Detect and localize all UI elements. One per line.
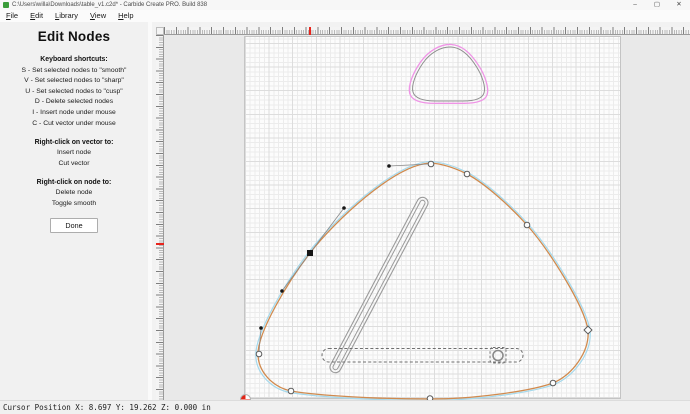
minimize-button[interactable]: –: [624, 0, 646, 10]
panel-title: Edit Nodes: [37, 29, 111, 44]
handle-dot[interactable]: [280, 289, 284, 293]
node-action-delete-node: Delete node: [55, 189, 93, 197]
vector-action-insert-node: Insert node: [56, 149, 91, 157]
vertical-ruler: [156, 35, 164, 400]
node-action-toggle-smooth: Toggle smooth: [51, 199, 97, 207]
menu-help[interactable]: Help: [112, 10, 139, 22]
path-node[interactable]: [549, 379, 557, 387]
done-button[interactable]: Done: [50, 217, 98, 233]
shortcuts-heading: Keyboard shortcuts:: [40, 56, 108, 63]
design-canvas[interactable]: [152, 22, 690, 400]
slanted-slot-inner[interactable]: [332, 199, 426, 371]
ruler-corner: [156, 27, 164, 35]
cursor-position-readout: Cursor Position X: 8.697 Y: 19.262 Z: 0.…: [3, 403, 211, 412]
edit-nodes-panel: Edit Nodes Keyboard shortcuts: S - Set s…: [0, 22, 148, 400]
node-handle-line[interactable]: [281, 252, 311, 292]
node-handle-line[interactable]: [388, 163, 430, 167]
path-node[interactable]: [523, 221, 531, 229]
small-pick-highlight-outline[interactable]: [408, 43, 489, 104]
shortcut-insert: I - Insert node under mouse: [32, 108, 116, 116]
horizontal-ruler: [164, 27, 690, 35]
path-node[interactable]: [463, 170, 471, 178]
status-bar: Cursor Position X: 8.697 Y: 19.262 Z: 0.…: [0, 400, 690, 414]
menu-library[interactable]: Library: [49, 10, 84, 22]
vector-action-cut-vector: Cut vector: [58, 159, 90, 167]
close-button[interactable]: ✕: [668, 0, 690, 10]
vector-context-heading: Right-click on vector to:: [34, 138, 114, 146]
shortcut-delete: D - Delete selected nodes: [34, 98, 114, 106]
menu-edit[interactable]: Edit: [24, 10, 49, 22]
node-context-heading: Right-click on node to:: [36, 178, 112, 186]
cursor-y-marker: [156, 243, 164, 245]
path-node[interactable]: [255, 350, 263, 358]
shortcut-cut: C - Cut vector under mouse: [32, 119, 116, 127]
menu-view[interactable]: View: [84, 10, 112, 22]
shortcut-smooth: S - Set selected nodes to "smooth": [21, 66, 127, 74]
canvas-svg: [255, 43, 593, 400]
path-node[interactable]: [427, 160, 435, 168]
slot-circle[interactable]: [492, 349, 504, 362]
app-logo-icon: [3, 2, 9, 8]
handle-dot[interactable]: [387, 164, 391, 168]
vector-main-outline[interactable]: [257, 162, 589, 400]
path-node[interactable]: [287, 387, 295, 395]
menu-file[interactable]: File: [0, 10, 24, 22]
window-controls: – ▢ ✕: [624, 0, 690, 10]
window-title: C:\Users\willa\Downloads\table_v1.c2d* -…: [12, 2, 208, 8]
cursor-x-marker: [309, 27, 311, 35]
selected-node[interactable]: [307, 250, 313, 256]
shortcut-sharp: V - Set selected nodes to "sharp": [24, 77, 124, 85]
handle-dot[interactable]: [259, 326, 263, 330]
maximize-button[interactable]: ▢: [646, 0, 668, 10]
node-handle-line[interactable]: [309, 207, 345, 254]
handle-dot[interactable]: [342, 206, 346, 210]
small-pick-outline[interactable]: [412, 46, 485, 102]
shortcut-cusp: U - Set selected nodes to "cusp": [25, 87, 123, 95]
